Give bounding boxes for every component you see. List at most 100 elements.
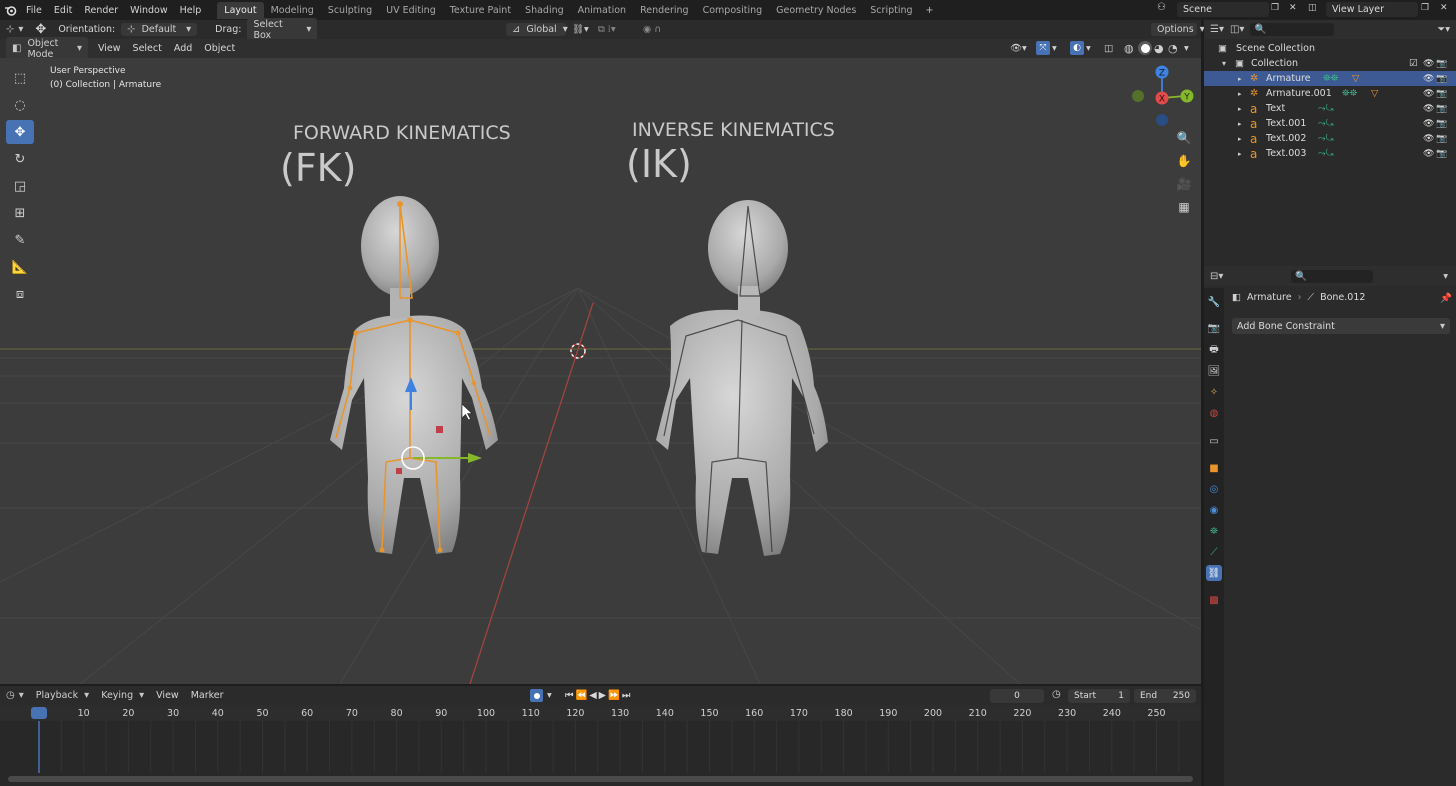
editor-type-icon[interactable]: ⊹ ▾: [0, 24, 29, 35]
timeline-editor-type-icon[interactable]: ◷ ▾: [0, 690, 30, 701]
eye-icon[interactable]: 👁: [1423, 119, 1434, 129]
menu-view[interactable]: View: [92, 43, 127, 54]
filter-icon[interactable]: ⏷▾: [1438, 24, 1450, 35]
timeline-ruler[interactable]: 0102030405060708090100110120130140150160…: [0, 705, 1201, 721]
keying-menu[interactable]: Keying ▾: [95, 689, 150, 702]
orientation-dropdown[interactable]: ⊹ Default ▾: [121, 23, 198, 36]
outliner-editor-type-icon[interactable]: ☰▾: [1210, 24, 1224, 35]
eye-icon[interactable]: 👁: [1423, 89, 1434, 99]
camera-icon[interactable]: 📷: [1436, 134, 1447, 144]
gizmo-toggle-icon[interactable]: ⤧: [1036, 41, 1050, 55]
expand-arrow-icon[interactable]: ▸: [1238, 90, 1242, 98]
expand-arrow-icon[interactable]: ▸: [1238, 105, 1242, 113]
measure-tool-icon[interactable]: 📐: [6, 255, 34, 279]
transform-orientation-dropdown[interactable]: ⊿ Global ▾: [506, 23, 568, 36]
pivot-point-icon[interactable]: ⛓▾: [572, 24, 589, 35]
gizmo-menu-icon[interactable]: ▾: [1052, 43, 1057, 54]
scale-tool-icon[interactable]: ◲: [6, 174, 34, 198]
camera-icon[interactable]: 📷: [1436, 119, 1447, 129]
tab-sculpting[interactable]: Sculpting: [321, 2, 379, 19]
timeline-marker-menu[interactable]: Marker: [185, 690, 230, 701]
properties-editor-type-icon[interactable]: ⊟▾: [1210, 271, 1223, 282]
proportional-editing-icon[interactable]: ◉ ∩: [643, 24, 661, 35]
expand-arrow-icon[interactable]: ▸: [1238, 75, 1242, 83]
new-scene-icon[interactable]: ❐: [1271, 3, 1279, 13]
outliner-collection[interactable]: ▾ ▣ Collection ☑ 👁 📷: [1204, 56, 1456, 71]
world-tab-icon[interactable]: ◍: [1206, 405, 1222, 421]
menu-add[interactable]: Add: [168, 43, 198, 54]
menu-render[interactable]: Render: [78, 5, 124, 16]
scene-tab-icon[interactable]: ✧: [1206, 384, 1222, 400]
texture-tab-icon[interactable]: ▩: [1206, 592, 1222, 608]
outliner-search-input[interactable]: 🔍: [1250, 23, 1335, 36]
outliner-item[interactable]: ▸ a Text.003 ⤳⤿ 👁 📷: [1204, 146, 1456, 161]
tab-scripting[interactable]: Scripting: [863, 2, 919, 19]
tab-animation[interactable]: Animation: [571, 2, 633, 19]
transform-tool-icon[interactable]: ⊞: [6, 201, 34, 225]
object-tab-icon[interactable]: ■: [1206, 460, 1222, 476]
select-box-tool-icon[interactable]: ⬚: [6, 66, 34, 90]
annotate-tool-icon[interactable]: ✎: [6, 228, 34, 252]
outliner-scene-collection[interactable]: ▣ Scene Collection: [1204, 41, 1456, 56]
expand-arrow-icon[interactable]: ▸: [1238, 120, 1242, 128]
preview-range-icon[interactable]: ◷: [1052, 689, 1061, 700]
tab-uv-editing[interactable]: UV Editing: [379, 2, 443, 19]
view-layer-selector[interactable]: View Layer: [1326, 2, 1418, 17]
modifiers-tab-icon[interactable]: ◎: [1206, 481, 1222, 497]
move-tool-icon[interactable]: ✥: [6, 120, 34, 144]
outliner-item[interactable]: ▸ a Text.002 ⤳⤿ 👁 📷: [1204, 131, 1456, 146]
eye-icon[interactable]: 👁: [1423, 134, 1434, 144]
tab-shading[interactable]: Shading: [518, 2, 571, 19]
xray-toggle-icon[interactable]: ◫: [1104, 43, 1113, 54]
camera-icon[interactable]: 📷: [1436, 104, 1447, 114]
navigation-gizmo[interactable]: Z X Y: [1132, 65, 1194, 127]
pin-icon[interactable]: 📌: [1440, 293, 1452, 304]
outliner-item[interactable]: ▸ ✲ Armature ⛯⛯ ▽ 👁 📷: [1204, 71, 1456, 86]
material-shading-icon[interactable]: ◕: [1154, 42, 1164, 55]
mode-dropdown[interactable]: ◧ Object Mode ▾: [6, 36, 88, 61]
expand-arrow-icon[interactable]: ▸: [1238, 150, 1242, 158]
tab-texture-paint[interactable]: Texture Paint: [443, 2, 518, 19]
overlays-menu-icon[interactable]: ▾: [1086, 43, 1091, 54]
collection-checkbox-icon[interactable]: ☑: [1409, 58, 1418, 69]
add-cube-tool-icon[interactable]: ⧈: [6, 282, 34, 306]
expand-arrow-icon[interactable]: ▾: [1222, 59, 1226, 68]
bone-tab-icon[interactable]: ⟋: [1206, 544, 1222, 560]
visibility-selectability-icon[interactable]: 👁▾: [1010, 43, 1027, 54]
options-dropdown[interactable]: Options ▾: [1151, 23, 1205, 36]
properties-search-input[interactable]: 🔍: [1291, 269, 1374, 283]
menu-help[interactable]: Help: [174, 5, 208, 16]
end-frame-field[interactable]: End 250: [1134, 689, 1196, 703]
bone-constraints-tab-icon[interactable]: ⛓: [1206, 565, 1222, 581]
playback-menu[interactable]: Playback ▾: [30, 689, 95, 702]
outliner-item[interactable]: ▸ a Text ⤳⤿ 👁 📷: [1204, 101, 1456, 116]
view-layer-tab-icon[interactable]: 🖼: [1206, 363, 1222, 379]
shading-menu-icon[interactable]: ▾: [1184, 43, 1189, 54]
ik-character[interactable]: [656, 200, 828, 556]
tab-modeling[interactable]: Modeling: [264, 2, 321, 19]
menu-object[interactable]: Object: [198, 43, 241, 54]
camera-icon[interactable]: 📷: [1436, 89, 1447, 99]
playhead-marker[interactable]: [31, 707, 47, 719]
snap-icon[interactable]: ⧉ ⁞▾: [598, 24, 616, 35]
3d-viewport[interactable]: Z X Y User Perspective (0) Collection | …: [0, 58, 1201, 684]
menu-window[interactable]: Window: [124, 5, 173, 16]
outliner-item[interactable]: ▸ ✲ Armature.001 ⛯⛯ ▽ 👁 📷: [1204, 86, 1456, 101]
drag-dropdown[interactable]: Select Box ▾: [247, 17, 318, 42]
eye-icon[interactable]: 👁: [1423, 59, 1434, 69]
timeline-body[interactable]: [0, 721, 1201, 786]
wireframe-shading-icon[interactable]: ◍: [1124, 42, 1134, 55]
transform-tool-icon[interactable]: ✥: [29, 22, 52, 37]
add-bone-constraint-dropdown[interactable]: Add Bone Constraint ▾: [1232, 318, 1450, 334]
tab-rendering[interactable]: Rendering: [633, 2, 696, 19]
blender-logo-icon[interactable]: [0, 0, 20, 20]
outliner-item[interactable]: ▸ a Text.001 ⤳⤿ 👁 📷: [1204, 116, 1456, 131]
keying-set-menu-icon[interactable]: ▾: [547, 690, 552, 701]
tab-layout[interactable]: Layout: [217, 1, 264, 19]
timeline-scrollbar[interactable]: [8, 776, 1193, 782]
eye-icon[interactable]: 👁: [1423, 149, 1434, 159]
overlays-toggle-icon[interactable]: ◐: [1070, 41, 1084, 55]
camera-icon[interactable]: 📷: [1436, 59, 1447, 69]
camera-icon[interactable]: 📷: [1436, 74, 1447, 84]
eye-icon[interactable]: 👁: [1423, 104, 1434, 114]
